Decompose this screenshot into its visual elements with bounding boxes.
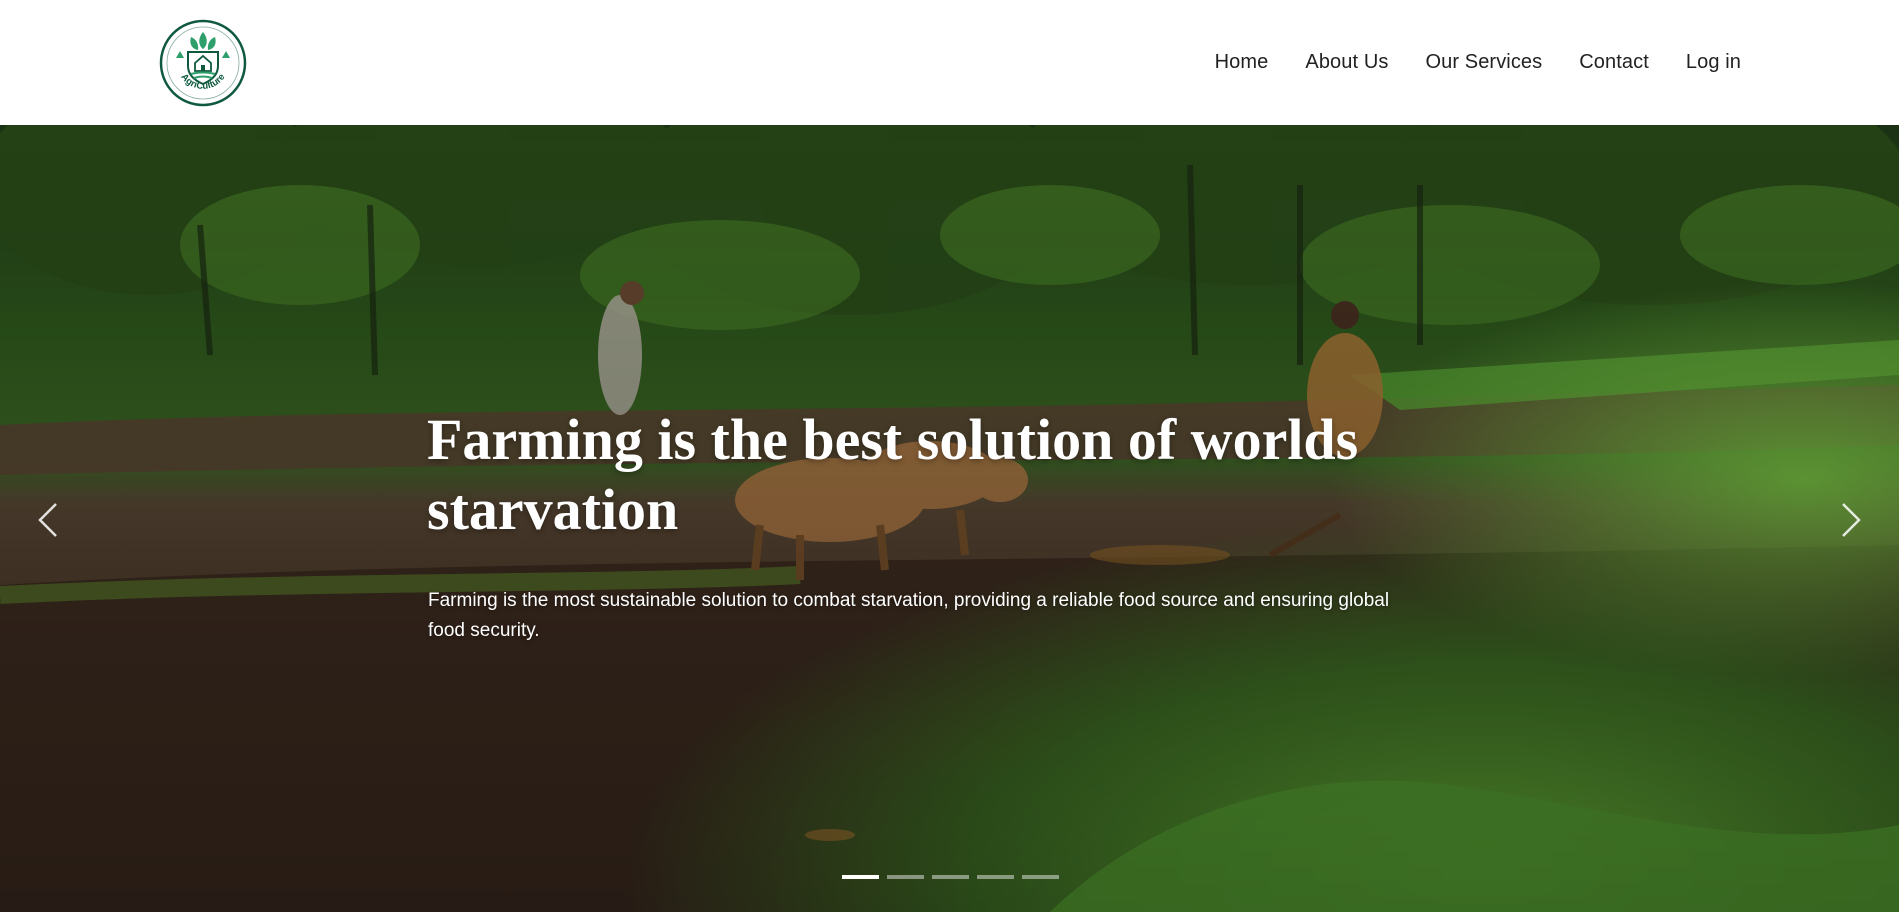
site-header: AgriCulture Home About Us Our Services C…	[0, 0, 1899, 125]
logo-emblem-icon: AgriCulture	[159, 19, 247, 107]
nav-contact[interactable]: Contact	[1579, 51, 1649, 74]
nav-log-in[interactable]: Log in	[1686, 51, 1741, 74]
carousel-indicators	[842, 875, 1059, 879]
carousel-indicator-3[interactable]	[932, 875, 969, 879]
chevron-right-icon	[1842, 503, 1861, 537]
hero-description: Farming is the most sustainable solution…	[428, 590, 1390, 641]
carousel-next-button[interactable]	[1831, 495, 1871, 545]
nav-home[interactable]: Home	[1215, 51, 1269, 74]
carousel-indicator-1[interactable]	[842, 875, 879, 879]
carousel-indicator-2[interactable]	[887, 875, 924, 879]
carousel-prev-button[interactable]	[28, 495, 68, 545]
nav-about-us[interactable]: About Us	[1305, 51, 1388, 74]
chevron-left-icon	[38, 503, 57, 537]
main-nav: Home About Us Our Services Contact Log i…	[1178, 0, 1741, 125]
hero-carousel: Farming is the best solution of worlds s…	[0, 125, 1899, 912]
nav-our-services[interactable]: Our Services	[1425, 51, 1542, 74]
hero-title: Farming is the best solution of worlds s…	[427, 407, 1359, 542]
logo[interactable]: AgriCulture	[158, 18, 248, 108]
carousel-indicator-4[interactable]	[977, 875, 1014, 879]
carousel-indicator-5[interactable]	[1022, 875, 1059, 879]
